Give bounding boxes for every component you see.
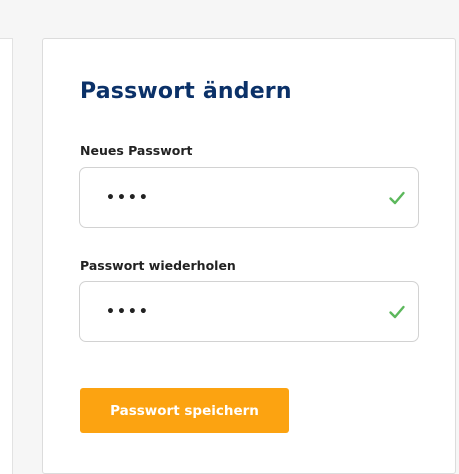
checkmark-icon	[389, 305, 405, 319]
checkmark-icon	[389, 191, 405, 205]
change-password-card: Passwort ändern Neues Passwort Passwort …	[42, 38, 456, 474]
new-password-label: Neues Passwort	[80, 143, 193, 158]
card-title: Passwort ändern	[80, 79, 292, 104]
new-password-input[interactable]	[80, 168, 370, 227]
page: Passwort ändern Neues Passwort Passwort …	[0, 0, 459, 474]
new-password-field-wrapper	[79, 167, 419, 228]
save-password-button[interactable]: Passwort speichern	[80, 388, 289, 433]
left-panel	[0, 38, 13, 474]
repeat-password-input[interactable]	[80, 282, 370, 341]
repeat-password-field-wrapper	[79, 281, 419, 342]
repeat-password-label: Passwort wiederholen	[80, 258, 236, 273]
